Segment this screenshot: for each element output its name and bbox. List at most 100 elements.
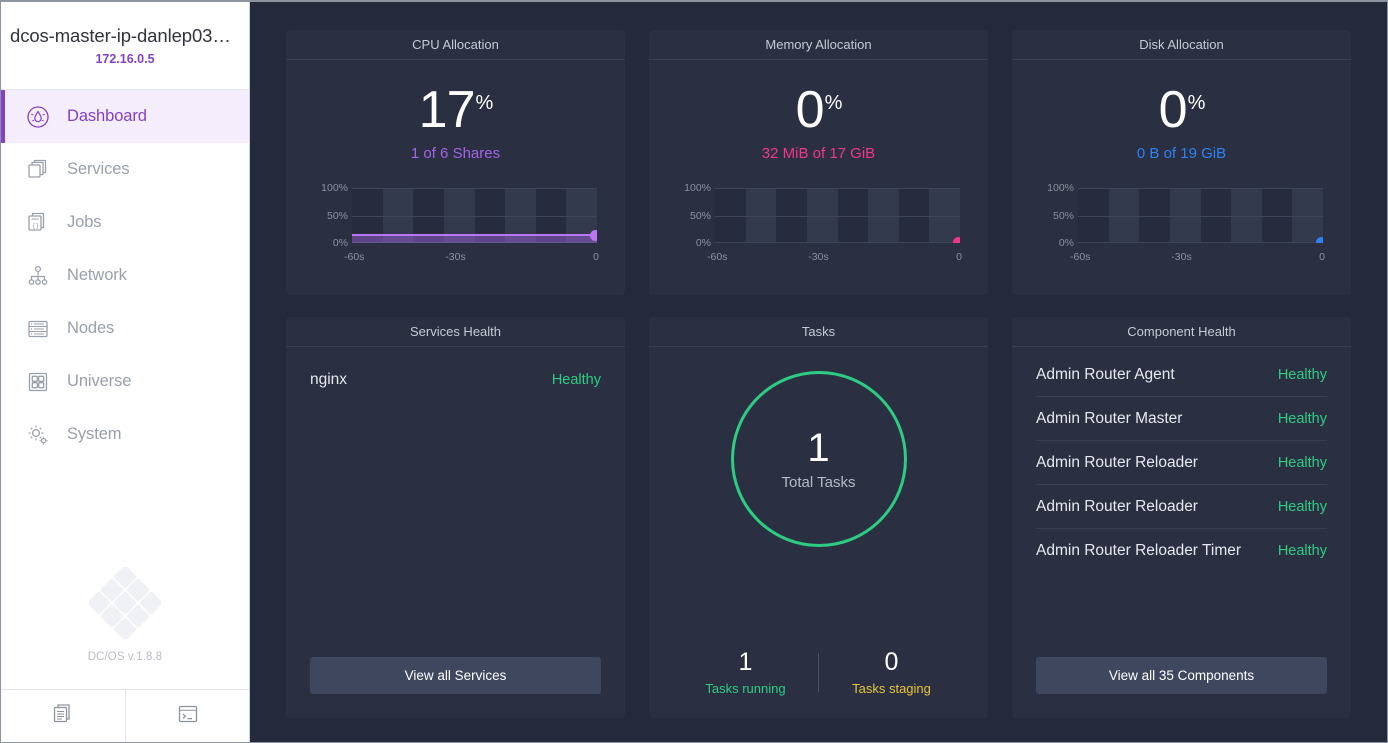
status-badge: Healthy — [552, 372, 601, 388]
view-all-components-button[interactable]: View all 35 Components — [1036, 657, 1327, 694]
cpu-plot-area — [352, 188, 597, 243]
memory-x-tick-start: -60s — [707, 251, 727, 263]
sidebar-item-jobs[interactable]: {} Jobs — [1, 196, 249, 249]
memory-allocation-value: 0% — [649, 86, 988, 135]
memory-y-tick-50: 50% — [671, 210, 711, 222]
cpu-value-unit: % — [476, 92, 493, 114]
sidebar-footer — [1, 689, 249, 742]
component-name: Admin Router Agent — [1036, 366, 1175, 384]
gridline-0 — [1078, 242, 1323, 243]
dcos-dashboard-window: dcos-master-ip-danlep032… 172.16.0.5 Das… — [0, 0, 1388, 743]
cpu-y-tick-0: 0% — [308, 237, 348, 249]
disk-value-unit: % — [1188, 92, 1205, 114]
tasks-donut-chart: 1 Total Tasks — [731, 371, 907, 547]
sidebar-item-services[interactable]: Services — [1, 143, 249, 196]
memory-value-unit: % — [825, 92, 842, 114]
brand-block: DC/OS v.1.8.8 — [1, 567, 249, 689]
disk-y-tick-100: 100% — [1034, 182, 1074, 194]
gridline-100 — [1078, 188, 1323, 189]
disk-y-tick-0: 0% — [1034, 237, 1074, 249]
cluster-header: dcos-master-ip-danlep032… 172.16.0.5 — [1, 2, 249, 90]
health-row: Services Health nginx Healthy View all S… — [286, 317, 1351, 718]
component-name: Admin Router Reloader — [1036, 498, 1198, 516]
tasks-total-value: 1 — [807, 428, 829, 468]
status-badge: Healthy — [1278, 455, 1327, 471]
dcos-logo-icon — [89, 567, 161, 644]
cpu-chart: 100% 50% 0% -60s -30s 0 — [286, 162, 625, 295]
cpu-allocation-summary: 17% 1 of 6 Shares — [286, 60, 625, 162]
panel-title: Disk Allocation — [1012, 30, 1351, 60]
disk-plot-area — [1078, 188, 1323, 243]
cli-button[interactable] — [125, 690, 249, 742]
universe-grid-icon — [23, 367, 53, 397]
cpu-x-tick-start: -60s — [344, 251, 364, 263]
component-name: Admin Router Reloader Timer — [1036, 542, 1241, 560]
dcos-version-label: DC/OS v.1.8.8 — [88, 651, 163, 663]
disk-allocation-value: 0% — [1012, 86, 1351, 135]
jobs-documents-icon: {} — [23, 208, 53, 238]
sidebar-item-network[interactable]: Network — [1, 249, 249, 302]
cpu-y-tick-50: 50% — [308, 210, 348, 222]
documentation-button[interactable] — [1, 690, 125, 742]
gridline-50 — [352, 216, 597, 217]
list-item[interactable]: nginx Healthy — [310, 361, 601, 399]
disk-x-tick-start: -60s — [1070, 251, 1090, 263]
main-content: CPU Allocation 17% 1 of 6 Shares — [250, 2, 1387, 742]
cpu-x-tick-mid: -30s — [445, 251, 465, 263]
panel-component-health: Component Health Admin Router Agent Heal… — [1012, 317, 1351, 718]
tasks-stats: 1 Tasks running 0 Tasks staging — [649, 649, 988, 719]
gridline-100 — [352, 188, 597, 189]
sidebar-item-label: System — [67, 425, 121, 444]
table-row[interactable]: Admin Router Reloader Timer Healthy — [1036, 529, 1327, 572]
table-row[interactable]: Admin Router Reloader Healthy — [1036, 485, 1327, 529]
gridline-0 — [715, 242, 960, 243]
sidebar-item-universe[interactable]: Universe — [1, 355, 249, 408]
tasks-running-value: 1 — [673, 649, 818, 677]
memory-x-tick-mid: -30s — [808, 251, 828, 263]
sidebar-spacer — [1, 461, 249, 567]
cpu-allocation-subtitle: 1 of 6 Shares — [286, 145, 625, 162]
services-health-list: nginx Healthy — [286, 347, 625, 657]
table-row[interactable]: Admin Router Reloader Healthy — [1036, 441, 1327, 485]
tasks-staging-value: 0 — [819, 649, 964, 677]
sidebar-item-nodes[interactable]: Nodes — [1, 302, 249, 355]
memory-y-tick-100: 100% — [671, 182, 711, 194]
cpu-allocation-value: 17% — [286, 86, 625, 135]
panel-memory-allocation: Memory Allocation 0% 32 MiB of 17 GiB — [649, 30, 988, 295]
panel-services-health: Services Health nginx Healthy View all S… — [286, 317, 625, 718]
sidebar-item-dashboard[interactable]: Dashboard — [1, 90, 249, 143]
sidebar-item-label: Nodes — [67, 319, 114, 338]
disk-y-tick-50: 50% — [1034, 210, 1074, 222]
status-badge: Healthy — [1278, 499, 1327, 515]
cpu-y-tick-100: 100% — [308, 182, 348, 194]
panel-title: Services Health — [286, 317, 625, 347]
sidebar-item-label: Universe — [67, 372, 131, 391]
table-row[interactable]: Admin Router Master Healthy — [1036, 397, 1327, 441]
panel-title: Component Health — [1012, 317, 1351, 347]
disk-allocation-subtitle: 0 B of 19 GiB — [1012, 145, 1351, 162]
memory-chart: 100% 50% 0% -60s -30s 0 — [649, 162, 988, 295]
cpu-x-tick-end: 0 — [593, 251, 599, 263]
cluster-ip: 172.16.0.5 — [95, 52, 154, 66]
memory-plot-area — [715, 188, 960, 243]
panel-title: Tasks — [649, 317, 988, 347]
status-badge: Healthy — [1278, 367, 1327, 383]
table-row[interactable]: Admin Router Agent Healthy — [1036, 353, 1327, 397]
sidebar-item-label: Dashboard — [67, 107, 147, 126]
disk-x-tick-end: 0 — [1319, 251, 1325, 263]
panel-title: Memory Allocation — [649, 30, 988, 60]
disk-value-number: 0 — [1159, 81, 1187, 139]
component-name: Admin Router Master — [1036, 410, 1182, 428]
memory-y-tick-0: 0% — [671, 237, 711, 249]
memory-latest-point — [953, 237, 960, 243]
dashboard-gauge-icon — [23, 102, 53, 132]
disk-chart: 100% 50% 0% -60s -30s 0 — [1012, 162, 1351, 295]
nodes-server-icon — [23, 314, 53, 344]
tasks-staging-stat: 0 Tasks staging — [819, 649, 964, 697]
panel-title: CPU Allocation — [286, 30, 625, 60]
view-all-services-button[interactable]: View all Services — [310, 657, 601, 694]
memory-value-number: 0 — [796, 81, 824, 139]
disk-allocation-summary: 0% 0 B of 19 GiB — [1012, 60, 1351, 162]
sidebar-item-system[interactable]: System — [1, 408, 249, 461]
system-gears-icon — [23, 420, 53, 450]
